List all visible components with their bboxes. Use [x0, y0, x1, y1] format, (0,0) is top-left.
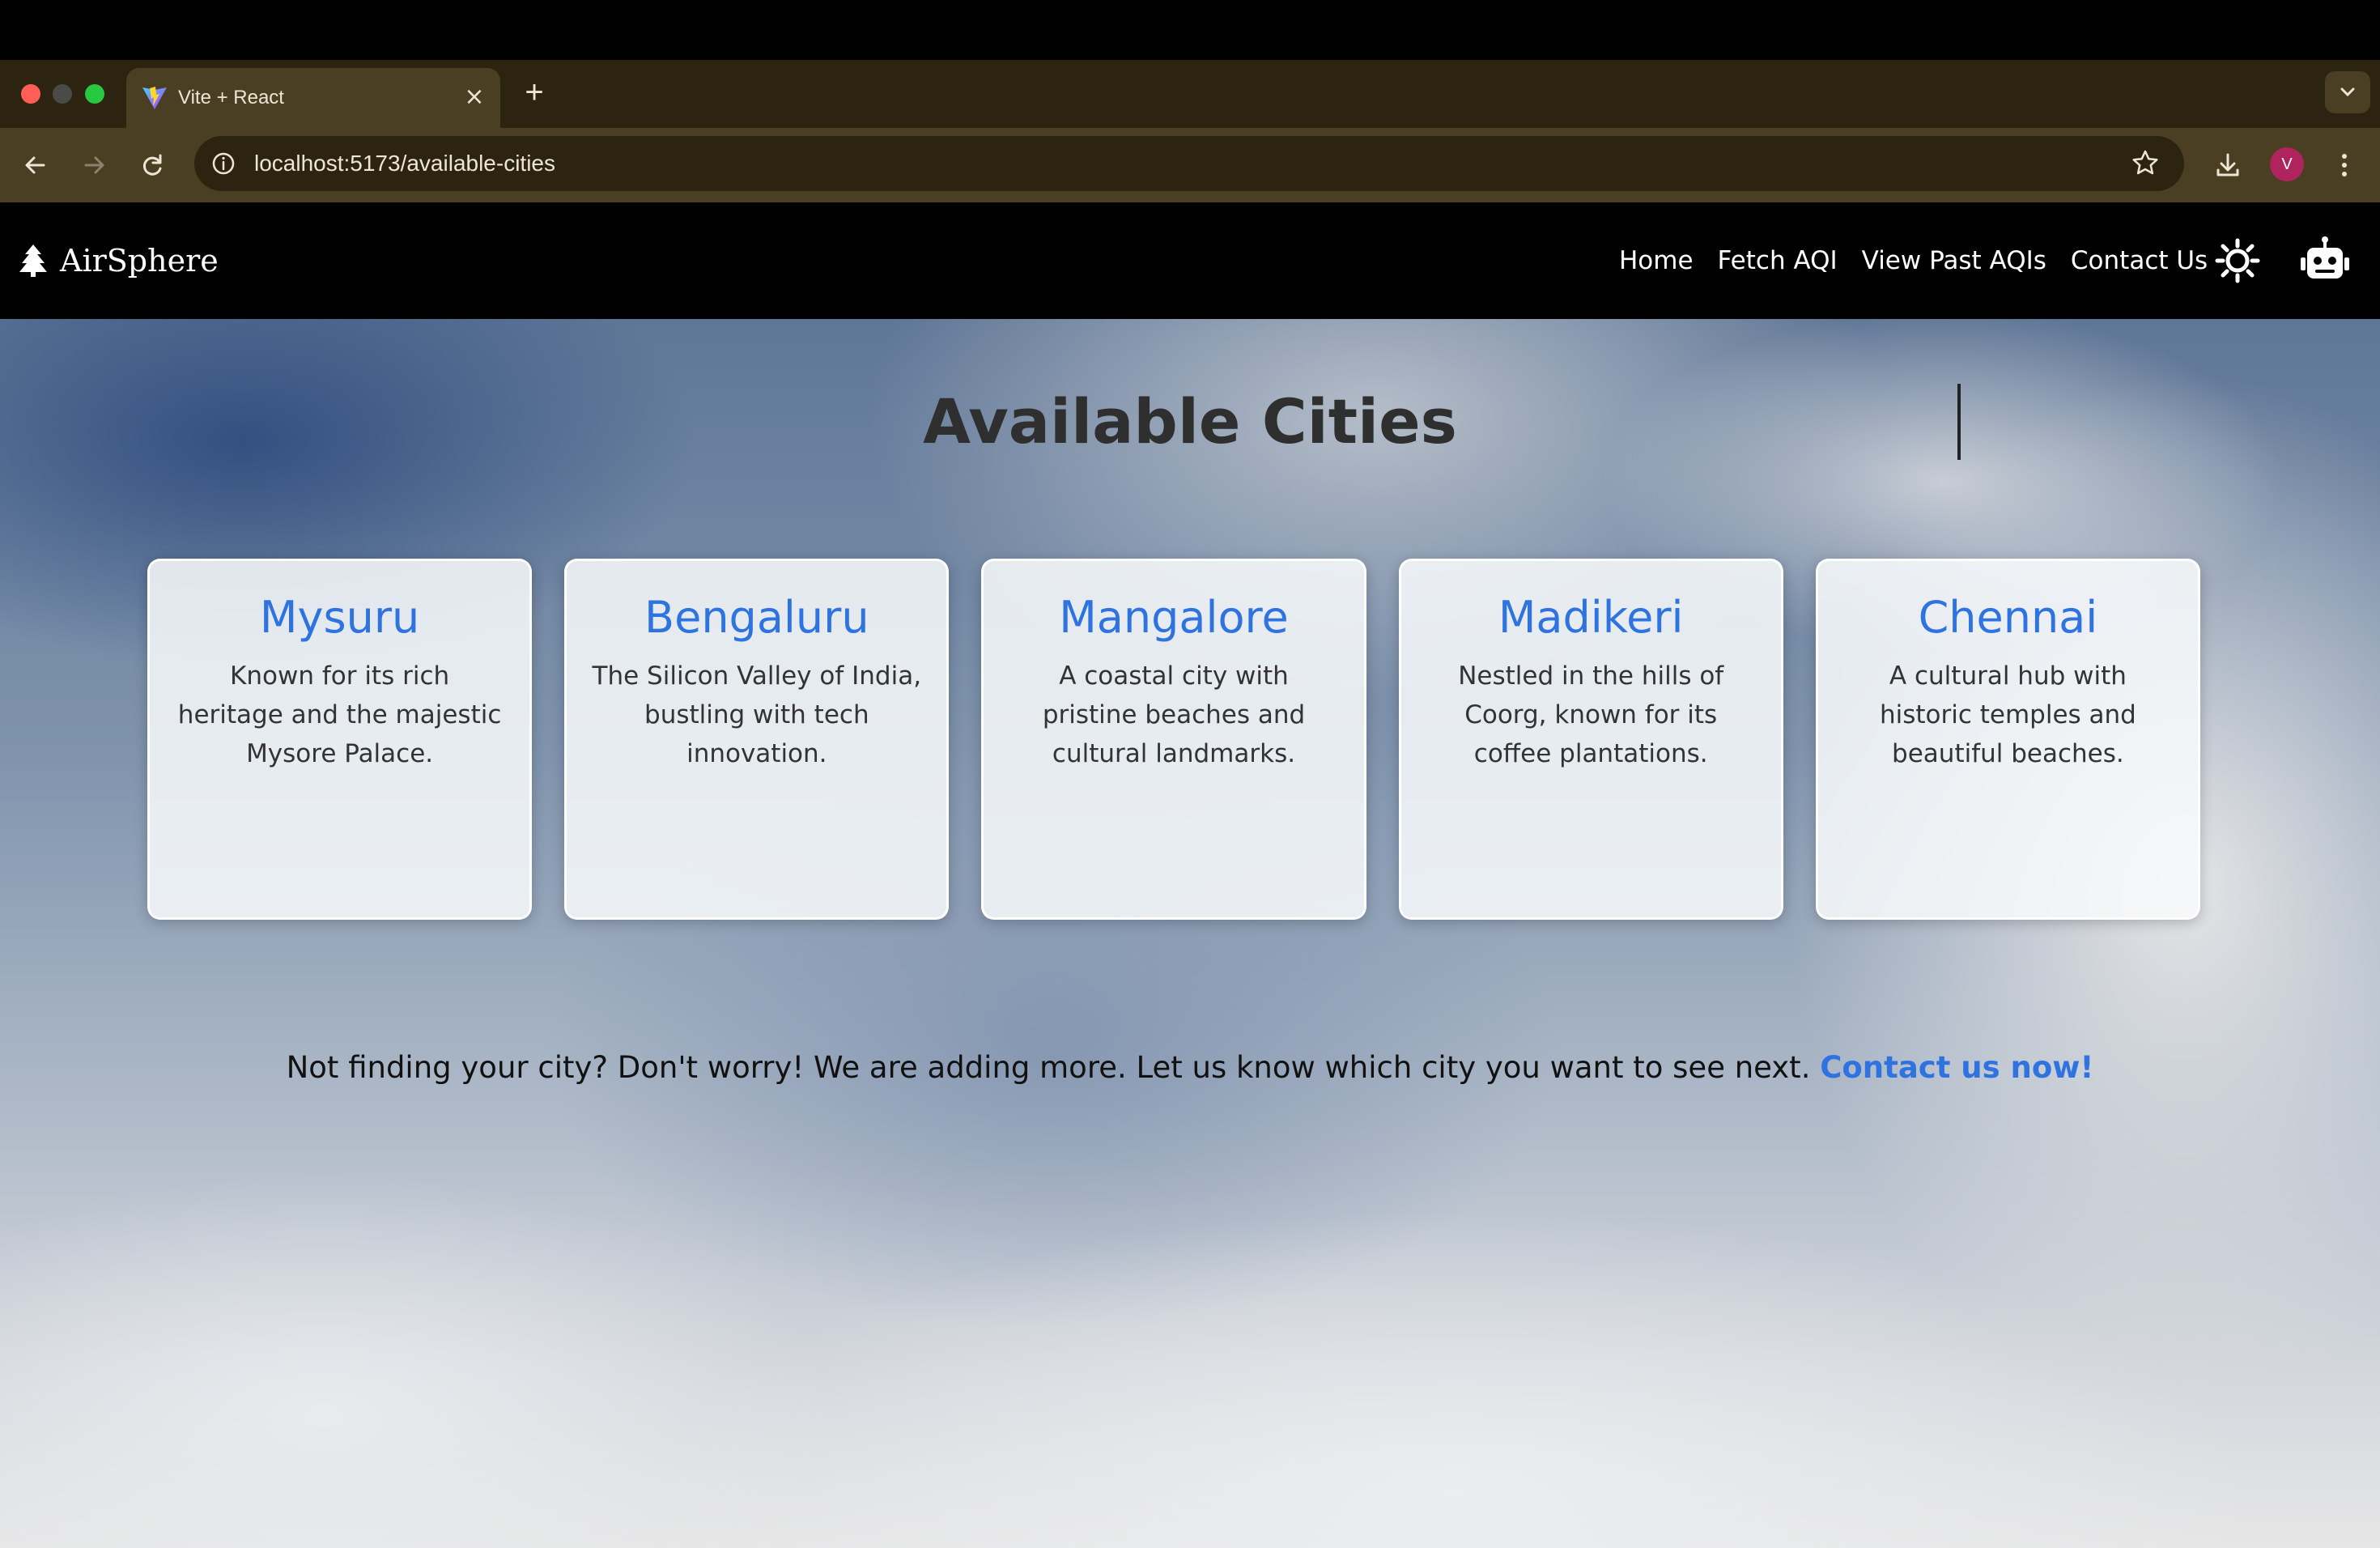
- city-card-mangalore[interactable]: Mangalore A coastal city with pristine b…: [981, 559, 1366, 920]
- bookmark-star-icon[interactable]: [2129, 147, 2161, 180]
- text-cursor: [1957, 384, 1961, 460]
- city-cards: Mysuru Known for its rich heritage and t…: [147, 559, 2201, 921]
- nav-view-past-aqis[interactable]: View Past AQIs: [1862, 243, 2046, 279]
- city-description: Known for its rich heritage and the maje…: [177, 661, 502, 768]
- city-description: The Silicon Valley of India, bustling wi…: [592, 661, 922, 768]
- tree-icon: [19, 245, 47, 277]
- city-description: Nestled in the hills of Coorg, known for…: [1458, 661, 1724, 768]
- main-nav: Home Fetch AQI View Past AQIs Contact Us: [1619, 243, 2208, 279]
- close-window-button[interactable]: [21, 84, 40, 104]
- url-text[interactable]: localhost:5173/available-cities: [254, 147, 555, 180]
- download-icon[interactable]: [2207, 144, 2249, 186]
- nav-fetch-aqi[interactable]: Fetch AQI: [1718, 243, 1838, 279]
- forward-arrow-icon[interactable]: [73, 144, 115, 186]
- city-description: A cultural hub with historic temples and…: [1879, 661, 2136, 768]
- city-name: Bengaluru: [644, 592, 869, 643]
- city-name: Chennai: [1918, 592, 2098, 643]
- tab-close-icon[interactable]: ×: [460, 83, 489, 112]
- city-name: Mangalore: [1059, 592, 1289, 643]
- city-card-madikeri[interactable]: Madikeri Nestled in the hills of Coorg, …: [1398, 559, 1783, 920]
- tab-search-button[interactable]: [2325, 71, 2370, 113]
- nav-contact-us[interactable]: Contact Us: [2071, 243, 2208, 279]
- main-content: Available Cities Mysuru Known for its ri…: [0, 319, 2380, 1548]
- city-name: Mysuru: [259, 592, 420, 643]
- maximize-window-button[interactable]: [85, 84, 104, 104]
- more-menu-icon[interactable]: [2323, 144, 2365, 186]
- footer-note: Not finding your city? Don't worry! We a…: [0, 1050, 2380, 1085]
- city-description: A coastal city with pristine beaches and…: [1042, 661, 1306, 768]
- sun-icon[interactable]: [2212, 235, 2263, 287]
- new-tab-button[interactable]: +: [518, 76, 550, 108]
- city-card-chennai[interactable]: Chennai A cultural hub with historic tem…: [1815, 559, 2201, 920]
- brand[interactable]: AirSphere: [18, 243, 219, 279]
- address-bar[interactable]: localhost:5173/available-cities: [194, 136, 2184, 191]
- contact-us-link[interactable]: Contact us now!: [1820, 1050, 2093, 1085]
- city-card-bengaluru[interactable]: Bengaluru The Silicon Valley of India, b…: [564, 559, 950, 920]
- site-info-icon[interactable]: [209, 149, 238, 178]
- footer-text: Not finding your city? Don't worry! We a…: [286, 1050, 1811, 1085]
- os-top-bar: [0, 0, 2380, 60]
- vite-favicon-icon: [142, 87, 167, 109]
- chevron-down-icon: [2340, 87, 2355, 97]
- brand-name: AirSphere: [60, 243, 219, 279]
- app-header: AirSphere Home Fetch AQI View Past AQIs …: [0, 202, 2380, 319]
- city-card-mysuru[interactable]: Mysuru Known for its rich heritage and t…: [147, 559, 533, 920]
- robot-icon[interactable]: [2299, 235, 2351, 287]
- reload-icon[interactable]: [131, 144, 173, 186]
- page-title: Available Cities: [923, 385, 1457, 457]
- profile-avatar[interactable]: V: [2270, 147, 2304, 181]
- tab-title: Vite + React: [178, 87, 284, 108]
- nav-home[interactable]: Home: [1619, 243, 1694, 279]
- minimize-window-button[interactable]: [53, 84, 72, 104]
- browser-tab[interactable]: Vite + React ×: [126, 68, 500, 128]
- city-name: Madikeri: [1498, 592, 1684, 643]
- back-arrow-icon[interactable]: [15, 144, 57, 186]
